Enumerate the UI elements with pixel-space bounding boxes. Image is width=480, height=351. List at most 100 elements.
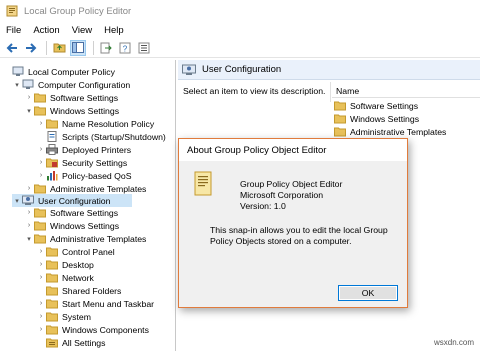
- folder-icon: [34, 106, 46, 116]
- security-icon: [46, 158, 58, 168]
- ok-button[interactable]: OK: [338, 285, 398, 301]
- name-column-header[interactable]: Name: [336, 86, 359, 96]
- tree-item-system[interactable]: › System: [36, 310, 174, 323]
- chevron-right-icon[interactable]: ›: [24, 219, 34, 232]
- tree-item-security-settings[interactable]: › Security Settings: [36, 156, 174, 169]
- tree-item-label: System: [62, 311, 91, 322]
- tree-item-name-resolution-policy[interactable]: › Name Resolution Policy: [36, 117, 174, 130]
- tree-expander: [2, 65, 12, 78]
- tree-item-user-windows-settings[interactable]: › Windows Settings: [24, 219, 174, 232]
- tree-item-software-settings[interactable]: › Software Settings: [24, 91, 174, 104]
- folder-icon: [334, 114, 346, 124]
- tree-item-label: All Settings: [62, 337, 106, 348]
- up-one-level-button[interactable]: [51, 40, 67, 56]
- chevron-right-icon[interactable]: ›: [36, 310, 46, 323]
- tree-item-label: Software Settings: [50, 92, 119, 103]
- description-text: Select an item to view its description.: [183, 86, 326, 96]
- dialog-description-line-1: This snap-in allows you to edit the loca…: [210, 225, 388, 235]
- chevron-right-icon[interactable]: ›: [36, 245, 46, 258]
- details-pane-header: User Configuration: [178, 60, 480, 80]
- help-icon: ?: [119, 42, 131, 53]
- toolbar-separator: [46, 40, 47, 55]
- folder-icon: [46, 273, 58, 283]
- tree-item-label: Deployed Printers: [62, 144, 132, 155]
- tree-item-deployed-printers[interactable]: › Deployed Printers: [36, 143, 174, 156]
- tree-item-shared-folders[interactable]: Shared Folders: [36, 284, 174, 297]
- tree-item-user-software-settings[interactable]: › Software Settings: [24, 206, 174, 219]
- tree-item-local-computer-policy[interactable]: Local Computer Policy: [2, 65, 174, 78]
- chevron-right-icon[interactable]: ›: [36, 156, 46, 169]
- settings-icon: [46, 338, 58, 348]
- folder-icon: [46, 119, 58, 129]
- folder-icon: [46, 260, 58, 270]
- tree-item-label: Administrative Templates: [50, 233, 147, 244]
- chevron-right-icon[interactable]: ›: [36, 143, 46, 156]
- tree-item-policy-based-qos[interactable]: › Policy-based QoS: [36, 169, 174, 182]
- export-list-button[interactable]: [98, 40, 114, 56]
- folder-icon: [46, 286, 58, 296]
- tree-item-label: Scripts (Startup/Shutdown): [62, 131, 166, 142]
- chevron-right-icon[interactable]: ›: [24, 91, 34, 104]
- chevron-right-icon[interactable]: ›: [36, 297, 46, 310]
- folder-icon: [34, 93, 46, 103]
- script-icon: [47, 131, 57, 142]
- forward-arrow-icon: [26, 42, 37, 53]
- tree-item-start-menu-and-taskbar[interactable]: › Start Menu and Taskbar: [36, 297, 174, 310]
- watermark: wsxdn.com: [433, 338, 474, 347]
- tree-item-windows-components[interactable]: › Windows Components: [36, 323, 174, 336]
- chevron-right-icon[interactable]: ›: [36, 169, 46, 182]
- menu-help[interactable]: Help: [104, 25, 124, 36]
- list-item-administrative-templates[interactable]: Administrative Templates: [334, 125, 446, 138]
- chevron-down-icon[interactable]: ▾: [24, 232, 34, 245]
- menu-action[interactable]: Action: [33, 25, 59, 36]
- policy-document-icon: [194, 171, 212, 196]
- tree-item-network[interactable]: › Network: [36, 271, 174, 284]
- folder-icon: [46, 247, 58, 257]
- show-hide-tree-button[interactable]: [70, 39, 86, 56]
- folder-icon: [46, 325, 58, 335]
- tree-item-scripts[interactable]: Scripts (Startup/Shutdown): [36, 130, 174, 143]
- tree-item-label: Control Panel: [62, 246, 115, 257]
- list-item-windows-settings[interactable]: Windows Settings: [334, 112, 419, 125]
- dialog-description-line-2: Policy Objects stored on a computer.: [210, 236, 352, 246]
- about-dialog: About Group Policy Object Editor Group P…: [178, 138, 408, 308]
- user-icon: [22, 195, 34, 205]
- menu-view[interactable]: View: [72, 25, 92, 36]
- tree-item-windows-settings[interactable]: ▾ Windows Settings: [24, 104, 174, 117]
- chevron-right-icon[interactable]: ›: [36, 323, 46, 336]
- chevron-right-icon[interactable]: ›: [36, 271, 46, 284]
- chevron-down-icon[interactable]: ▾: [12, 78, 22, 91]
- folder-icon: [334, 101, 346, 111]
- dialog-title-bar[interactable]: About Group Policy Object Editor: [179, 139, 407, 161]
- chevron-right-icon[interactable]: ›: [24, 206, 34, 219]
- back-button[interactable]: [4, 40, 20, 56]
- tree-item-label: Name Resolution Policy: [62, 118, 155, 129]
- tree-expander: [36, 284, 46, 297]
- company-name: Microsoft Corporation: [240, 190, 324, 200]
- tree-item-label: Computer Configuration: [38, 79, 131, 90]
- menu-file[interactable]: File: [6, 25, 21, 36]
- folder-icon: [34, 208, 46, 218]
- tree-item-all-settings[interactable]: All Settings: [36, 336, 174, 349]
- computer-icon: [22, 79, 34, 89]
- chevron-right-icon[interactable]: ›: [36, 258, 46, 271]
- tree-item-control-panel[interactable]: › Control Panel: [36, 245, 174, 258]
- folder-icon: [46, 312, 58, 322]
- dialog-title: About Group Policy Object Editor: [187, 144, 327, 156]
- back-arrow-icon: [6, 42, 17, 53]
- properties-button[interactable]: [136, 40, 152, 56]
- forward-button[interactable]: [23, 40, 39, 56]
- printer-icon: [46, 144, 58, 155]
- help-button[interactable]: ?: [117, 40, 133, 56]
- tree-item-computer-configuration[interactable]: ▾ Computer Configuration: [12, 78, 174, 91]
- svg-text:?: ?: [123, 44, 128, 53]
- tree-item-label: User Configuration: [38, 195, 111, 206]
- chevron-right-icon[interactable]: ›: [36, 117, 46, 130]
- list-item-software-settings[interactable]: Software Settings: [334, 99, 418, 112]
- chevron-down-icon[interactable]: ▾: [12, 194, 22, 207]
- tree-item-desktop[interactable]: › Desktop: [36, 258, 174, 271]
- tree-item-user-administrative-templates[interactable]: ▾ Administrative Templates: [24, 232, 174, 245]
- group-policy-app-icon: [6, 5, 18, 17]
- tree-item-label: Security Settings: [62, 157, 128, 168]
- chevron-down-icon[interactable]: ▾: [24, 104, 34, 117]
